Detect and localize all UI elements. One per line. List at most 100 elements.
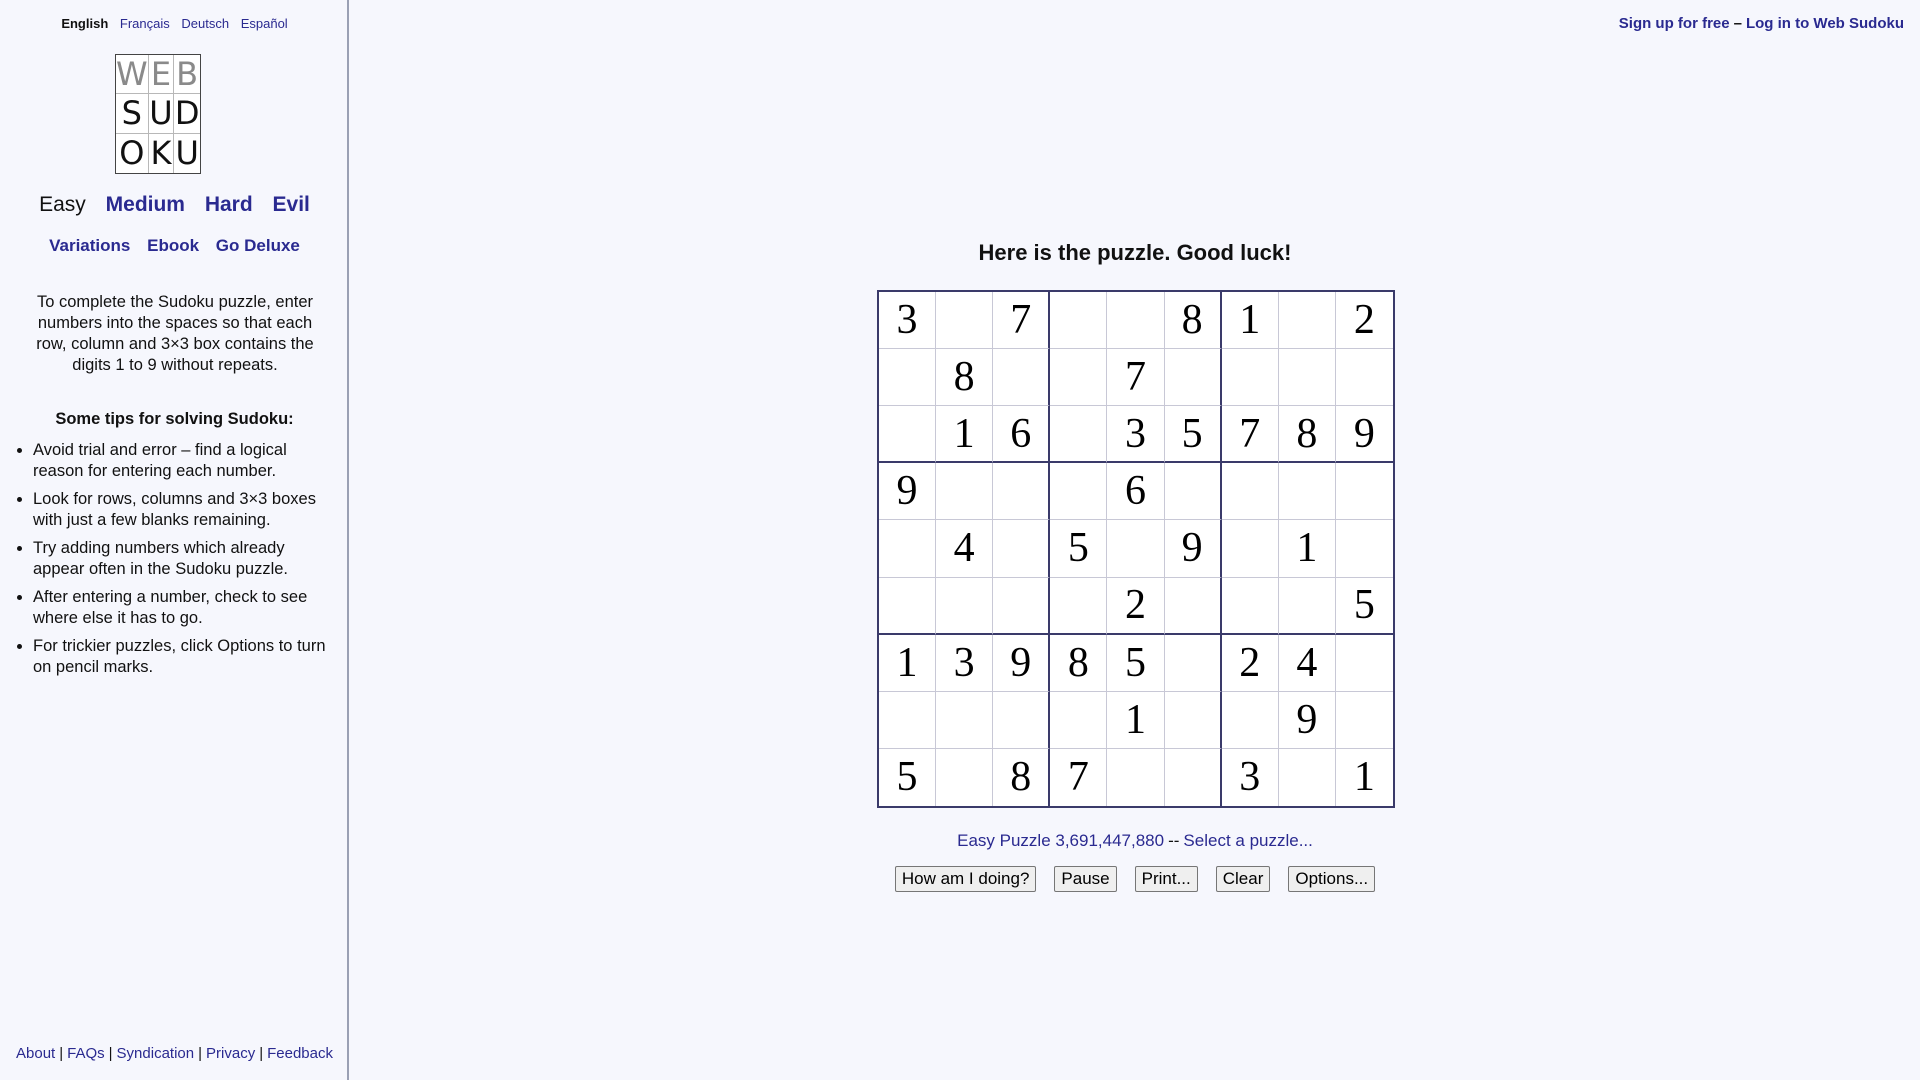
sudoku-cell-given[interactable]: 4 [936, 520, 994, 578]
sudoku-cell-given[interactable]: 8 [936, 349, 994, 407]
sudoku-cell-given[interactable]: 5 [1164, 406, 1222, 464]
sudoku-cell-empty[interactable] [1165, 748, 1222, 806]
sudoku-cell-empty[interactable] [1221, 691, 1279, 749]
feedback-link[interactable]: Feedback [267, 1045, 333, 1062]
sudoku-cell-given[interactable]: 1 [1336, 749, 1393, 806]
sudoku-cell-empty[interactable] [1335, 463, 1393, 521]
sudoku-cell-empty[interactable] [879, 691, 937, 749]
lang-spanish[interactable]: Español [241, 16, 288, 31]
signup-link[interactable]: Sign up for free [1619, 15, 1730, 32]
sudoku-cell-empty[interactable] [879, 577, 937, 635]
sudoku-cell-empty[interactable] [1050, 463, 1108, 521]
sudoku-cell-given[interactable]: 1 [1221, 292, 1279, 350]
login-link[interactable]: Log in to Web Sudoku [1746, 15, 1904, 32]
sudoku-cell-empty[interactable] [993, 691, 1051, 749]
sudoku-cell-given[interactable]: 8 [1164, 292, 1222, 350]
sudoku-cell-empty[interactable] [993, 349, 1051, 407]
sudoku-cell-given[interactable]: 5 [879, 748, 937, 806]
sudoku-cell-empty[interactable] [1050, 577, 1108, 635]
sudoku-cell-empty[interactable] [1164, 463, 1222, 521]
sudoku-cell-empty[interactable] [1278, 349, 1336, 407]
go-deluxe-link[interactable]: Go Deluxe [216, 236, 300, 255]
sudoku-cell-empty[interactable] [936, 691, 994, 749]
sudoku-cell-given[interactable]: 8 [993, 748, 1051, 806]
syndication-link[interactable]: Syndication [117, 1045, 195, 1062]
sudoku-cell-given[interactable]: 9 [1335, 406, 1393, 464]
sudoku-cell-empty[interactable] [1164, 577, 1222, 635]
sudoku-cell-given[interactable]: 9 [993, 634, 1051, 692]
sudoku-cell-given[interactable]: 6 [993, 406, 1051, 464]
sudoku-cell-empty[interactable] [993, 577, 1051, 635]
sudoku-cell-given[interactable]: 9 [1278, 691, 1336, 749]
sudoku-cell-empty[interactable] [1107, 520, 1165, 578]
sudoku-cell-given[interactable]: 1 [936, 406, 994, 464]
sudoku-cell-empty[interactable] [879, 349, 937, 407]
sudoku-cell-given[interactable]: 2 [1221, 634, 1279, 692]
sudoku-cell-empty[interactable] [1335, 520, 1393, 578]
sudoku-cell-given[interactable]: 5 [1050, 520, 1108, 578]
sudoku-cell-given[interactable]: 2 [1107, 577, 1165, 635]
options-button[interactable]: Options... [1288, 866, 1376, 892]
sudoku-cell-empty[interactable] [936, 292, 994, 350]
sudoku-cell-empty[interactable] [1050, 349, 1108, 407]
sudoku-cell-given[interactable]: 3 [1222, 748, 1279, 806]
privacy-link[interactable]: Privacy [206, 1045, 255, 1062]
sudoku-cell-empty[interactable] [1278, 463, 1336, 521]
sudoku-cell-empty[interactable] [1107, 748, 1165, 806]
sudoku-cell-empty[interactable] [1335, 692, 1393, 749]
sudoku-cell-empty[interactable] [1278, 292, 1336, 350]
sudoku-cell-empty[interactable] [1221, 577, 1279, 635]
clear-button[interactable]: Clear [1215, 866, 1271, 892]
sudoku-cell-empty[interactable] [936, 748, 994, 806]
sudoku-cell-given[interactable]: 4 [1278, 634, 1336, 692]
sudoku-cell-empty[interactable] [879, 520, 937, 578]
how-am-i-doing-button[interactable]: How am I doing? [894, 866, 1037, 892]
sudoku-cell-empty[interactable] [993, 463, 1051, 521]
sudoku-cell-empty[interactable] [1164, 634, 1222, 692]
level-hard[interactable]: Hard [205, 193, 253, 216]
sudoku-cell-empty[interactable] [1279, 748, 1336, 806]
ebook-link[interactable]: Ebook [147, 236, 199, 255]
sudoku-cell-given[interactable]: 7 [993, 292, 1051, 350]
sudoku-cell-empty[interactable] [1164, 691, 1222, 749]
sudoku-cell-given[interactable]: 1 [1278, 520, 1336, 578]
sudoku-cell-empty[interactable] [936, 577, 994, 635]
lang-german[interactable]: Deutsch [181, 16, 229, 31]
sudoku-cell-given[interactable]: 6 [1107, 463, 1165, 521]
sudoku-cell-given[interactable]: 3 [936, 634, 994, 692]
sudoku-cell-given[interactable]: 8 [1050, 634, 1108, 692]
select-puzzle-link[interactable]: Select a puzzle... [1183, 831, 1312, 850]
sudoku-cell-given[interactable]: 5 [1107, 634, 1165, 692]
lang-french[interactable]: Français [120, 16, 170, 31]
sudoku-cell-empty[interactable] [1335, 349, 1393, 407]
sudoku-cell-given[interactable]: 9 [879, 463, 937, 521]
sudoku-cell-empty[interactable] [993, 520, 1051, 578]
sudoku-cell-empty[interactable] [1050, 691, 1108, 749]
about-link[interactable]: About [16, 1045, 55, 1062]
sudoku-cell-empty[interactable] [879, 406, 937, 464]
sudoku-cell-given[interactable]: 9 [1164, 520, 1222, 578]
sudoku-cell-empty[interactable] [1335, 635, 1393, 692]
level-medium[interactable]: Medium [106, 193, 185, 216]
sudoku-cell-given[interactable]: 3 [879, 292, 937, 350]
sudoku-cell-empty[interactable] [936, 463, 994, 521]
sudoku-cell-given[interactable]: 8 [1278, 406, 1336, 464]
sudoku-cell-empty[interactable] [1050, 406, 1108, 464]
sudoku-cell-empty[interactable] [1221, 349, 1279, 407]
sudoku-cell-given[interactable]: 5 [1335, 578, 1393, 635]
sudoku-cell-given[interactable]: 7 [1221, 406, 1279, 464]
sudoku-cell-empty[interactable] [1278, 577, 1336, 635]
sudoku-cell-empty[interactable] [1221, 520, 1279, 578]
sudoku-cell-empty[interactable] [1107, 292, 1165, 350]
variations-link[interactable]: Variations [49, 236, 130, 255]
sudoku-cell-given[interactable]: 1 [879, 634, 937, 692]
print-button[interactable]: Print... [1134, 866, 1198, 892]
level-evil[interactable]: Evil [273, 193, 310, 216]
web-sudoku-logo[interactable]: W E B S U D O K U [115, 54, 201, 174]
sudoku-cell-given[interactable]: 7 [1107, 349, 1165, 407]
pause-button[interactable]: Pause [1054, 866, 1117, 892]
faqs-link[interactable]: FAQs [67, 1045, 105, 1062]
sudoku-cell-given[interactable]: 2 [1335, 292, 1393, 350]
sudoku-cell-empty[interactable] [1050, 292, 1108, 350]
sudoku-cell-empty[interactable] [1164, 349, 1222, 407]
